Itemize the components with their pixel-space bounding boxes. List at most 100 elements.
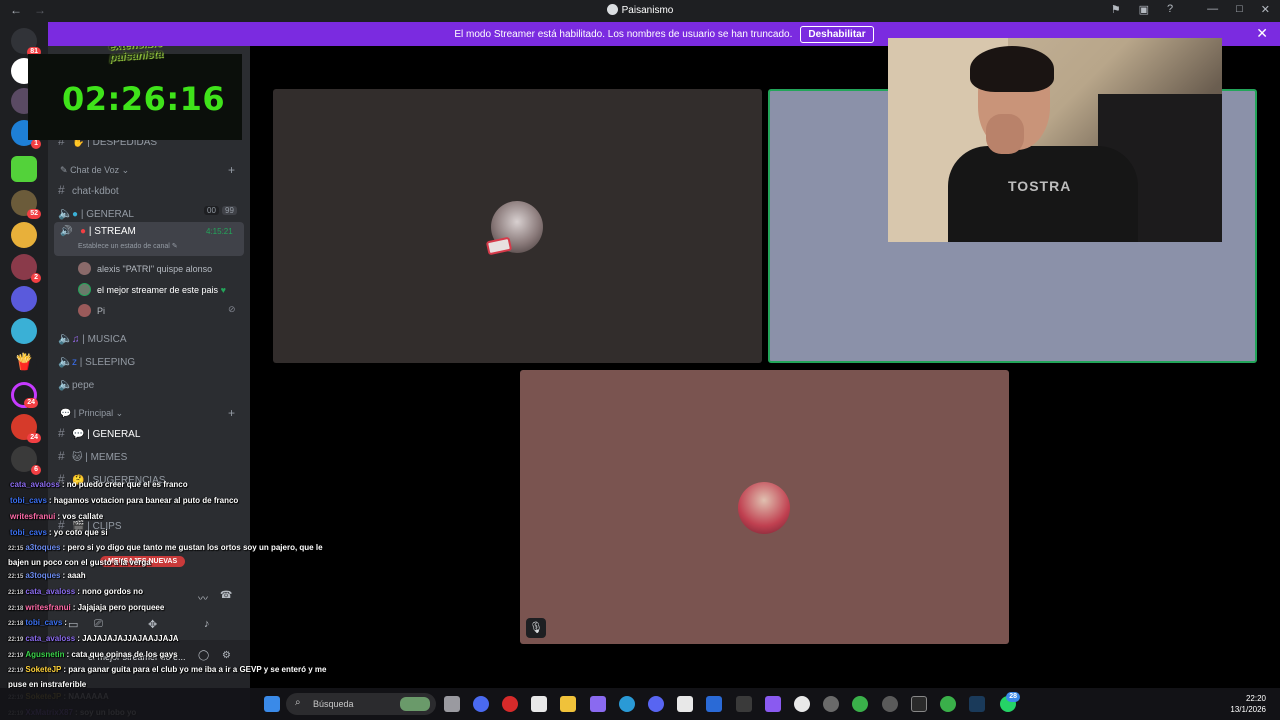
chrome-2-icon[interactable] bbox=[940, 696, 956, 712]
task-view-icon[interactable] bbox=[444, 696, 460, 712]
chat-message: writesfranui: vos callate bbox=[8, 510, 328, 525]
word-icon[interactable] bbox=[706, 696, 722, 712]
channel-pepe[interactable]: 🔈pepe bbox=[58, 377, 94, 391]
chat-username: a3toques bbox=[25, 543, 61, 552]
minimize-icon[interactable]: — bbox=[1207, 3, 1218, 16]
server-icon-4[interactable] bbox=[11, 156, 37, 182]
chat-timestamp: 22:15 bbox=[8, 546, 24, 552]
copilot-icon[interactable] bbox=[473, 696, 489, 712]
file-explorer-icon[interactable] bbox=[560, 696, 576, 712]
voice-tile[interactable] bbox=[273, 89, 762, 363]
channel-label: pepe bbox=[72, 380, 95, 391]
close-window-icon[interactable]: ✕ bbox=[1261, 3, 1270, 16]
shirt-print: TOSTRA bbox=[1008, 178, 1072, 194]
unread-badge: 28 bbox=[1006, 692, 1020, 702]
disable-button[interactable]: Deshabilitar bbox=[800, 25, 874, 43]
pen-app-icon[interactable] bbox=[590, 696, 606, 712]
app-loader-icon[interactable] bbox=[882, 696, 898, 712]
inbox-icon[interactable]: ⚑ bbox=[1111, 3, 1121, 16]
voice-member[interactable]: alexis "PATRI" quispe alonso bbox=[78, 262, 212, 275]
window-title-text: Paisanismo bbox=[621, 5, 674, 16]
music-icon: ♫ bbox=[72, 334, 80, 345]
server-icon-10[interactable]: 24 bbox=[11, 382, 38, 408]
banner-text: El modo Streamer está habilitado. Los no… bbox=[454, 28, 793, 40]
add-channel-icon[interactable]: + bbox=[228, 163, 235, 177]
chat-text: hagamos votacion para banear al puto de … bbox=[53, 496, 239, 505]
unread-badge: 24 bbox=[24, 398, 38, 408]
speaker-icon: 🔈 bbox=[58, 354, 73, 368]
chat-username: cata_avaloss bbox=[10, 480, 60, 489]
add-channel-icon[interactable]: + bbox=[228, 406, 235, 420]
whatsapp-icon[interactable]: 28 bbox=[1000, 692, 1020, 712]
edge-icon[interactable] bbox=[619, 696, 635, 712]
chat-text: JAJAJAJAJJAJAAJJAJA bbox=[82, 634, 179, 643]
channel-musica[interactable]: 🔈♫ | MUSICA bbox=[58, 331, 127, 345]
category-principal[interactable]: 💬 | Principal ⌄ + bbox=[60, 406, 235, 420]
discord-taskbar-icon[interactable] bbox=[648, 696, 664, 712]
stream-channel-name: ● | STREAM bbox=[80, 226, 136, 237]
help-icon[interactable]: ? bbox=[1167, 3, 1173, 16]
hash-icon: # bbox=[58, 183, 65, 197]
chat-message: 22:19 Agusnetin: cata que opinas de los g… bbox=[8, 648, 328, 663]
close-banner-icon[interactable]: ✕ bbox=[1256, 25, 1268, 42]
chat-separator: : bbox=[64, 618, 67, 627]
voice-active-icon: 🔊 bbox=[60, 226, 73, 237]
fries-icon[interactable]: 🍟 bbox=[11, 350, 37, 376]
member-name: Pi bbox=[97, 306, 106, 316]
voice-member[interactable]: el mejor streamer de este pais ♥ bbox=[78, 283, 226, 296]
channel-label: | GENERAL bbox=[87, 429, 141, 440]
maximize-icon[interactable]: □ bbox=[1236, 3, 1243, 16]
server-icon-6[interactable] bbox=[11, 222, 37, 248]
server-icon-8[interactable] bbox=[11, 286, 37, 312]
speaker-icon: 🔈 bbox=[58, 206, 73, 220]
channel-sleeping[interactable]: 🔈z | SLEEPING bbox=[58, 354, 135, 368]
system-clock[interactable]: 22:20 13/1/2026 bbox=[1230, 693, 1266, 715]
channel-label: | STREAM bbox=[88, 226, 136, 237]
chat-message: 22:18 tobi_cavs: bbox=[8, 616, 328, 631]
terminal-icon[interactable] bbox=[911, 696, 927, 712]
server-icon-5[interactable]: 52 bbox=[11, 190, 41, 219]
windows-start-icon[interactable] bbox=[264, 696, 280, 712]
heart-icon: ♥ bbox=[220, 285, 226, 295]
channel-general[interactable]: # 💬 | GENERAL bbox=[58, 426, 140, 440]
clock-time: 22:20 bbox=[1245, 694, 1266, 703]
search-placeholder: Búsqueda bbox=[313, 699, 354, 709]
red-dot-icon: ● bbox=[80, 226, 87, 237]
chat-username: a3toques bbox=[25, 571, 61, 580]
channel-stream-active[interactable]: 🔊 ● | STREAM 4:15:21 Establece un estado… bbox=[54, 222, 244, 256]
category-chat-de-voz[interactable]: ✎ Chat de Voz ⌄ + bbox=[60, 163, 235, 177]
chat-message: 22:15 a3toques: aaah bbox=[8, 569, 328, 584]
app-grid-icon[interactable] bbox=[765, 696, 781, 712]
avatar bbox=[78, 262, 91, 275]
channel-status[interactable]: Establece un estado de canal ✎ bbox=[78, 242, 178, 250]
obs-icon[interactable] bbox=[794, 696, 810, 712]
voice-member[interactable]: Pi ⊘ bbox=[78, 304, 238, 317]
server-icon-11[interactable]: 24 bbox=[11, 414, 41, 443]
chat-text: cata que opinas de los gays bbox=[71, 650, 178, 659]
server-icon-7[interactable]: 2 bbox=[11, 254, 41, 283]
app-c-icon[interactable] bbox=[736, 696, 752, 712]
server-icon-9[interactable] bbox=[11, 318, 37, 344]
window-title: Paisanismo bbox=[0, 4, 1280, 16]
steam-icon[interactable] bbox=[969, 696, 985, 712]
capcut-icon[interactable] bbox=[677, 696, 693, 712]
server-icon bbox=[606, 4, 618, 15]
taskbar-search[interactable]: ⌕ Búsqueda bbox=[286, 693, 436, 715]
server-icon-12[interactable]: 6 bbox=[11, 446, 41, 475]
channel-chat-kdbot[interactable]: # chat-kdbot bbox=[58, 183, 119, 197]
chrome-icon[interactable] bbox=[852, 696, 868, 712]
hash-icon: # bbox=[58, 426, 65, 440]
settings-icon[interactable] bbox=[823, 696, 839, 712]
voice-tile[interactable]: 🎙 bbox=[520, 370, 1009, 644]
discord-home-icon[interactable]: 81 bbox=[11, 28, 41, 57]
opera-icon[interactable] bbox=[502, 696, 518, 712]
user-count: 00 bbox=[204, 206, 219, 215]
channel-general-voice[interactable]: 🔈● | GENERAL 00 99 bbox=[58, 206, 244, 220]
channel-memes[interactable]: # 🐱 | MEMES bbox=[58, 449, 127, 463]
speech-icon: 💬 bbox=[72, 429, 85, 440]
monitor-icon[interactable]: ▣ bbox=[1139, 3, 1149, 16]
store-icon[interactable] bbox=[531, 696, 547, 712]
webcam-hand bbox=[986, 114, 1024, 154]
channel-label: chat-kdbot bbox=[72, 186, 119, 197]
chat-message: cata_avaloss: no puedo creer que el es f… bbox=[8, 478, 328, 493]
